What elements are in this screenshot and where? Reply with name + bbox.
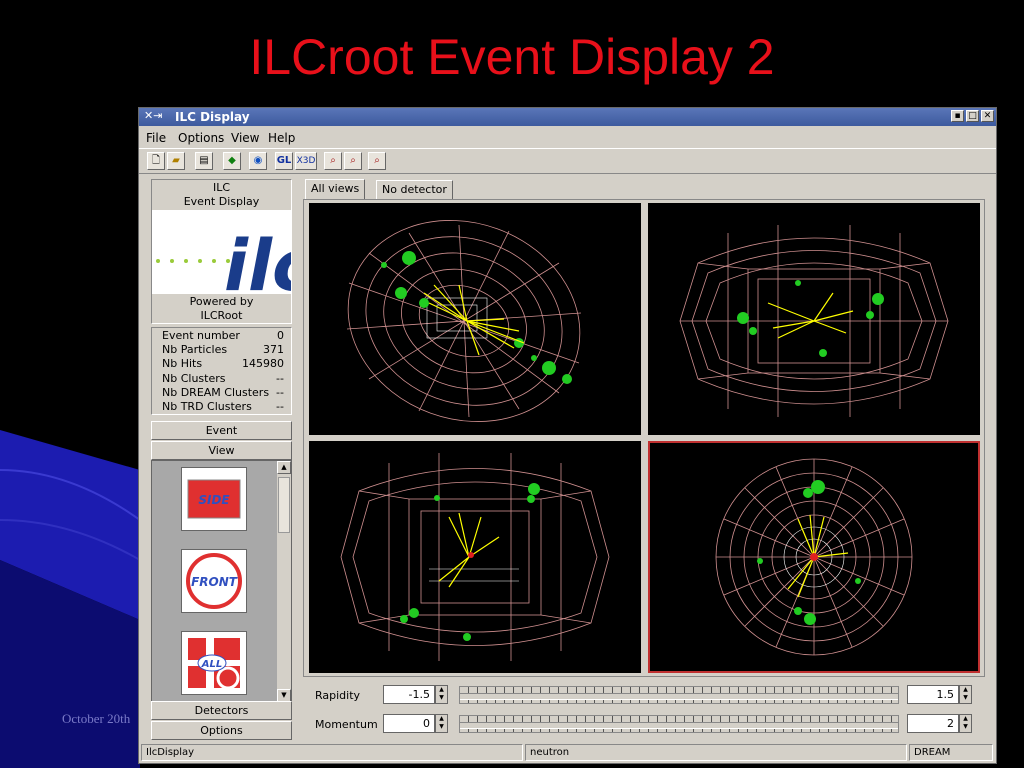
rapidity-slider[interactable] [459,686,899,704]
menu-help[interactable]: Help [268,131,295,145]
info-row: Nb Particles 371 [162,343,284,357]
view-list-scrollbar[interactable]: ▲ ▼ [277,461,291,702]
window-title: ILC Display [175,110,250,124]
info-row: Nb DREAM Clusters -- [162,386,284,400]
rapidity-min-spinner[interactable]: ▲ ▼ [435,685,448,704]
menu-bar: File Options View Help [139,127,996,147]
momentum-slider[interactable] [459,715,899,733]
info-label: Nb Hits [162,357,203,370]
close-button[interactable]: ✕ [981,110,994,122]
info-value: -- [276,400,284,413]
side-icon-label: SIDE [198,493,230,507]
rapidity-max-input[interactable]: 1.5 [907,685,959,704]
logo-panel: ILC Event Display ilc Powered by ILCRoot [151,179,313,324]
front-icon-label: FRONT [191,575,238,589]
menu-file[interactable]: File [146,131,166,145]
momentum-max-input[interactable]: 2 [907,714,959,733]
x3d-button[interactable]: X3D [295,152,317,170]
detectors-button[interactable]: Detectors [151,701,292,720]
maximize-button[interactable]: □ [966,110,979,122]
toolbar: 🗋 ▰ ▤ ◆ ◉ GL X3D ⌕ ⌕ ⌕ [139,148,996,174]
side-view-icon[interactable]: SIDE [181,467,247,531]
window-titlebar[interactable]: ✕⇥ ILC Display ▪ □ ✕ [139,108,996,126]
menu-options[interactable]: Options [178,131,224,145]
momentum-min-input[interactable]: 0 [383,714,435,733]
tab-no-detector[interactable]: No detector [376,180,453,199]
gl-button[interactable]: GL [275,152,293,170]
status-particle: neutron [525,744,907,761]
info-label: Nb Clusters [162,372,226,385]
open-icon[interactable]: ▰ [167,152,185,170]
info-row: Nb Hits 145980 [162,357,284,371]
view-front[interactable] [648,441,980,673]
logo-top-text-2: Event Display [183,195,260,208]
info-row: Event number 0 [162,329,284,343]
new-icon[interactable]: 🗋 [147,152,165,170]
slide-footer-date: October 20th [62,711,131,726]
info-label: Nb DREAM Clusters [162,386,270,399]
info-value: -- [276,386,284,399]
views-frame [303,199,985,677]
all-view-icon[interactable]: ALL [181,631,247,695]
info-row: Nb TRD Clusters -- [162,400,284,414]
zoom-out-icon[interactable]: ⌕ [368,152,386,170]
options-button[interactable]: Options [151,721,292,740]
menu-view[interactable]: View [231,131,259,145]
info-value: -- [276,372,284,385]
all-icon-label: ALL [201,659,222,670]
rapidity-min-input[interactable]: -1.5 [383,685,435,704]
info-label: Nb TRD Clusters [162,400,252,413]
momentum-label: Momentum [315,718,378,731]
slide-title: ILCroot Event Display 2 [249,29,775,85]
info-row: Nb Clusters -- [162,372,284,386]
view-3d[interactable] [309,203,641,435]
info-value: 371 [263,343,284,356]
info-value: 0 [277,329,284,342]
view-top[interactable] [309,441,641,673]
rapidity-label: Rapidity [315,689,361,702]
view-side[interactable] [648,203,980,435]
info-label: Nb Particles [162,343,228,356]
logo-wordmark: ilc [224,225,291,294]
info-value: 145980 [242,357,284,370]
circle-icon[interactable]: ◉ [249,152,267,170]
scroll-up-icon[interactable]: ▲ [277,461,291,474]
status-app: IlcDisplay [141,744,523,761]
momentum-max-spinner[interactable]: ▲ ▼ [959,714,972,733]
event-button[interactable]: Event [151,421,292,440]
info-label: Event number [162,329,240,342]
zoom-in-icon[interactable]: ⌕ [344,152,362,170]
save-icon[interactable]: ▤ [195,152,213,170]
logo-top-text-1: ILC [212,181,231,194]
view-button[interactable]: View [151,441,292,460]
x-arrow-icon[interactable]: ✕⇥ [144,109,162,122]
logo-bottom-text-1: Powered by [189,295,254,308]
view-list: SIDE FRONT ALL ▲ ▼ [151,460,292,703]
front-view-icon[interactable]: FRONT [181,549,247,613]
layers-icon[interactable]: ◆ [223,152,241,170]
momentum-min-spinner[interactable]: ▲ ▼ [435,714,448,733]
minimize-button[interactable]: ▪ [951,110,964,122]
status-detector: DREAM [909,744,993,761]
zoom-icon[interactable]: ⌕ [324,152,342,170]
ilc-display-window: ✕⇥ ILC Display ▪ □ ✕ File Options View H… [138,107,997,764]
tab-all-views[interactable]: All views [305,179,366,200]
event-info-panel: Event number 0 Nb Particles 371 Nb Hits … [151,327,292,415]
logo-bottom-text-2: ILCRoot [200,309,243,322]
rapidity-max-spinner[interactable]: ▲ ▼ [959,685,972,704]
scroll-thumb[interactable] [278,477,290,533]
ilc-logo: ilc [152,210,313,307]
